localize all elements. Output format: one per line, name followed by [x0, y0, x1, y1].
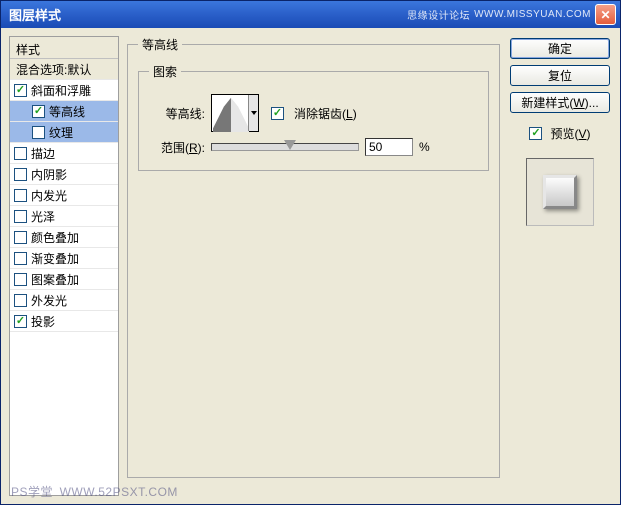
gradient-overlay-checkbox[interactable]	[14, 252, 27, 265]
inner-glow-checkbox[interactable]	[14, 189, 27, 202]
range-slider[interactable]	[211, 143, 359, 151]
pattern-overlay-row[interactable]: 图案叠加	[10, 269, 118, 290]
outer-glow-row[interactable]: 外发光	[10, 290, 118, 311]
pattern-section-legend: 图索	[149, 63, 181, 80]
inner-shadow-row[interactable]: 内阴影	[10, 164, 118, 185]
antialias-checkbox[interactable]	[271, 107, 284, 120]
settings-panel: 等高线 图索 等高线: 消除锯齿(L) 范围(R):	[127, 36, 500, 496]
bevel-checkbox[interactable]	[14, 84, 27, 97]
antialias-label: 消除锯齿(L)	[294, 105, 357, 122]
contour-section-legend: 等高线	[138, 36, 182, 53]
action-panel: 确定 复位 新建样式(W)... 预览(V)	[508, 36, 612, 496]
new-style-button[interactable]: 新建样式(W)...	[510, 92, 610, 113]
pattern-overlay-checkbox[interactable]	[14, 273, 27, 286]
contour-preview-icon	[213, 96, 249, 132]
gradient-overlay-row[interactable]: 渐变叠加	[10, 248, 118, 269]
inner-glow-row[interactable]: 内发光	[10, 185, 118, 206]
range-label: 范围(R):	[149, 139, 205, 156]
close-button[interactable]: ✕	[595, 4, 616, 25]
outer-glow-checkbox[interactable]	[14, 294, 27, 307]
preview-toggle-row: 预览(V)	[529, 125, 590, 142]
bevel-emboss-row[interactable]: 斜面和浮雕	[10, 80, 118, 101]
ok-button[interactable]: 确定	[510, 38, 610, 59]
percent-label: %	[419, 140, 430, 154]
pattern-section: 图索 等高线: 消除锯齿(L) 范围(R):	[138, 63, 489, 171]
preview-label: 预览(V)	[550, 125, 590, 142]
satin-row[interactable]: 光泽	[10, 206, 118, 227]
style-list-panel: 样式 混合选项:默认 斜面和浮雕 等高线 纹理 描边 内阴影 内发光 光泽 颜色…	[9, 36, 119, 496]
preview-checkbox[interactable]	[529, 127, 542, 140]
slider-thumb-icon[interactable]	[284, 140, 296, 150]
preview-inner-icon	[543, 175, 577, 209]
stroke-row[interactable]: 描边	[10, 143, 118, 164]
reset-button[interactable]: 复位	[510, 65, 610, 86]
blend-options-row[interactable]: 混合选项:默认	[10, 59, 118, 80]
satin-checkbox[interactable]	[14, 210, 27, 223]
contour-checkbox[interactable]	[32, 105, 45, 118]
texture-row[interactable]: 纹理	[10, 122, 118, 143]
style-list-header: 样式	[10, 37, 118, 59]
drop-shadow-checkbox[interactable]	[14, 315, 27, 328]
layer-style-dialog: 图层样式 思缘设计论坛 WWW.MISSYUAN.COM ✕ 样式 混合选项:默…	[0, 0, 621, 505]
forum-url: WWW.MISSYUAN.COM	[474, 9, 591, 20]
footer-watermark: PS学堂 WWW.52PSXT.COM	[11, 483, 178, 500]
range-input[interactable]	[365, 138, 413, 156]
color-overlay-checkbox[interactable]	[14, 231, 27, 244]
drop-shadow-row[interactable]: 投影	[10, 311, 118, 332]
contour-section: 等高线 图索 等高线: 消除锯齿(L) 范围(R):	[127, 36, 500, 478]
window-title: 图层样式	[9, 5, 61, 24]
stroke-checkbox[interactable]	[14, 147, 27, 160]
title-bar[interactable]: 图层样式 思缘设计论坛 WWW.MISSYUAN.COM ✕	[1, 1, 620, 28]
contour-picker[interactable]	[211, 94, 259, 132]
contour-row[interactable]: 等高线	[10, 101, 118, 122]
color-overlay-row[interactable]: 颜色叠加	[10, 227, 118, 248]
contour-picker-label: 等高线:	[149, 105, 205, 122]
inner-shadow-checkbox[interactable]	[14, 168, 27, 181]
preview-swatch	[526, 158, 594, 226]
texture-checkbox[interactable]	[32, 126, 45, 139]
contour-dropdown-icon[interactable]	[248, 95, 258, 131]
forum-name: 思缘设计论坛	[407, 7, 470, 22]
